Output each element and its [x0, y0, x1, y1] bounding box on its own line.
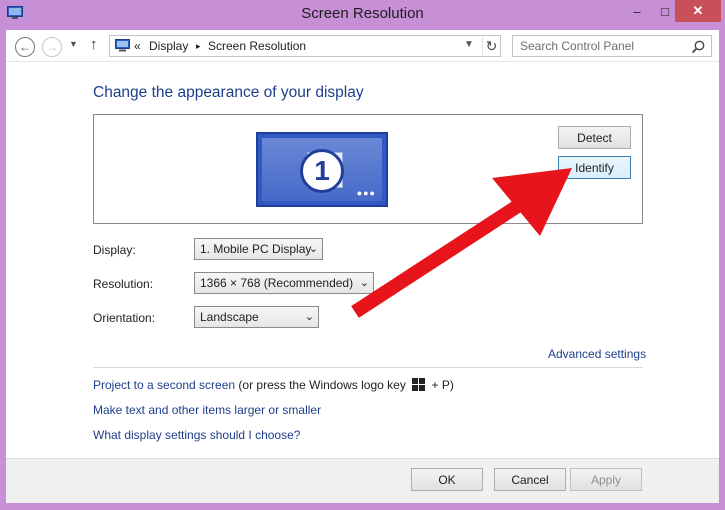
control-panel-icon [115, 39, 130, 52]
apply-button[interactable]: Apply [570, 468, 642, 491]
window-frame: Screen Resolution – □ ✕ ← → ▼ ↑ « Displa… [0, 0, 725, 510]
chevron-down-icon: ⌄ [304, 311, 314, 323]
monitor-number: 1 [300, 149, 344, 193]
monitor-dots-icon: ●●● [356, 188, 376, 198]
breadcrumb-separator-icon[interactable]: ▸ [196, 41, 201, 52]
main-content: Change the appearance of your display 1 … [6, 62, 719, 458]
address-dropdown-icon[interactable]: ▼ [464, 39, 474, 50]
refresh-icon[interactable]: ↻ [482, 37, 500, 55]
forward-button[interactable]: → [42, 37, 62, 57]
arrow-up-icon: ↑ [90, 36, 98, 53]
orientation-select-value: Landscape [200, 310, 259, 324]
ok-button[interactable]: OK [411, 468, 483, 491]
page-title: Change the appearance of your display [93, 84, 364, 101]
monitor-1-icon[interactable]: 1 ●●● [256, 132, 388, 207]
project-second-screen-link[interactable]: Project to a second screen [93, 378, 235, 392]
close-button[interactable]: ✕ [675, 0, 721, 22]
recent-locations-chevron-icon[interactable]: ▼ [69, 39, 78, 49]
up-button[interactable]: ↑ [90, 36, 98, 53]
project-hint-suffix: + P) [431, 378, 454, 392]
orientation-select[interactable]: Landscape ⌄ [194, 306, 319, 328]
window-title: Screen Resolution [301, 5, 424, 22]
minimize-button[interactable]: – [622, 0, 652, 22]
title-bar[interactable]: Screen Resolution – □ ✕ [0, 0, 725, 30]
help-link[interactable]: What display settings should I choose? [93, 428, 300, 442]
dialog-footer: OK Cancel Apply [6, 459, 719, 503]
breadcrumb-overflow[interactable]: « [134, 39, 141, 53]
search-icon[interactable] [690, 39, 706, 55]
display-select-value: 1. Mobile PC Display [200, 242, 312, 256]
display-label: Display: [93, 243, 136, 257]
project-line: Project to a second screen (or press the… [93, 378, 454, 392]
resolution-select[interactable]: 1366 × 768 (Recommended) ⌄ [194, 272, 374, 294]
chevron-down-icon: ⌄ [359, 277, 369, 289]
advanced-settings-link[interactable]: Advanced settings [548, 347, 646, 361]
detect-button[interactable]: Detect [558, 126, 631, 149]
display-select[interactable]: 1. Mobile PC Display ⌄ [194, 238, 323, 260]
project-hint-text: (or press the Windows logo key [238, 378, 406, 392]
cancel-button[interactable]: Cancel [494, 468, 566, 491]
search-input[interactable] [514, 37, 684, 55]
resolution-select-value: 1366 × 768 (Recommended) [200, 276, 354, 290]
arrow-left-icon: ← [19, 40, 31, 54]
monitor-screen: 1 ●●● [262, 138, 382, 201]
divider [93, 367, 643, 368]
text-size-link[interactable]: Make text and other items larger or smal… [93, 403, 321, 417]
resolution-label: Resolution: [93, 277, 154, 291]
navigation-bar: ← → ▼ ↑ « Display ▸ Screen Resolution ▼ … [6, 30, 719, 62]
search-box[interactable] [512, 35, 712, 57]
display-preview-panel: 1 ●●● Detect Identify [93, 114, 643, 224]
address-bar[interactable]: « Display ▸ Screen Resolution ▼ ↻ [109, 35, 501, 57]
windows-logo-icon [412, 378, 426, 391]
identify-button[interactable]: Identify [558, 156, 631, 179]
back-button[interactable]: ← [15, 37, 35, 57]
breadcrumb-screen-resolution[interactable]: Screen Resolution [208, 39, 306, 53]
arrow-right-icon: → [46, 40, 58, 54]
orientation-label: Orientation: [93, 311, 156, 325]
chevron-down-icon: ⌄ [308, 243, 318, 255]
breadcrumb-display[interactable]: Display [149, 39, 188, 53]
